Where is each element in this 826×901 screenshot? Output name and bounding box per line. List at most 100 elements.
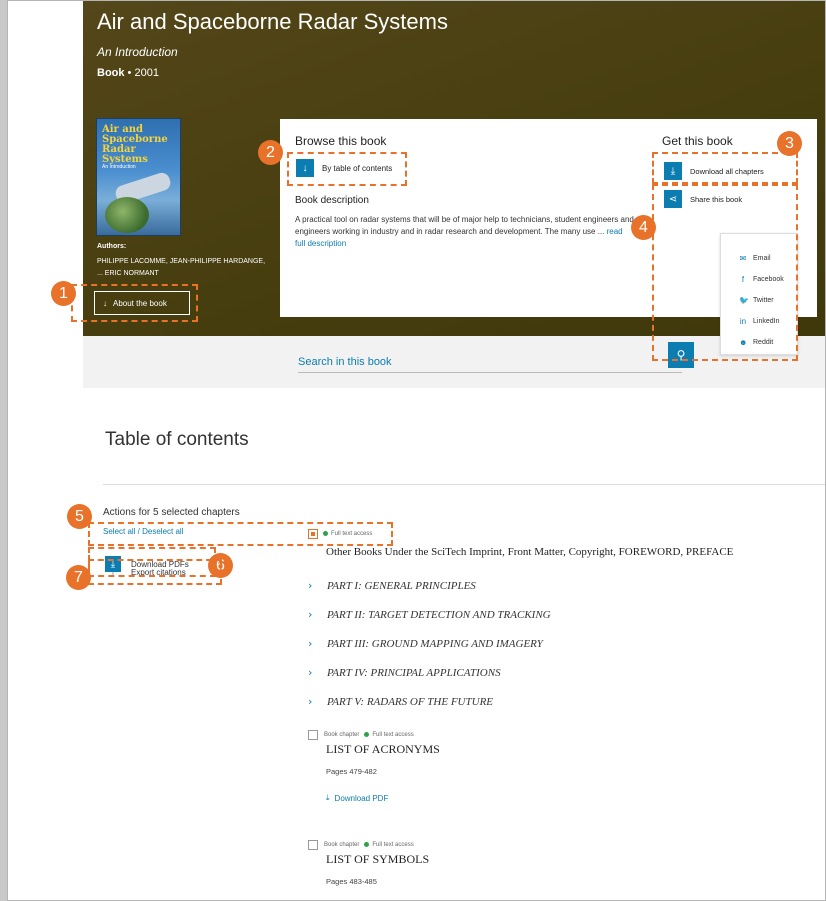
cover-globe-graphic (105, 197, 149, 233)
part-label: PART IV: PRINCIPAL APPLICATIONS (327, 666, 501, 679)
cover-title: Air and Spaceborne Radar Systems (102, 124, 168, 165)
email-icon: ✉ (739, 254, 747, 263)
description-heading: Book description (295, 195, 369, 206)
first-entry-title-link[interactable]: Other Books Under the SciTech Imprint, F… (326, 546, 733, 558)
part-label: PART III: GROUND MAPPING AND IMAGERY (327, 637, 543, 650)
chapter-meta: Book chapter Full text access (308, 840, 429, 850)
download-pdf-label: Download PDF (334, 793, 389, 803)
export-citations-label: Export citations (131, 567, 186, 577)
chapter-pages: Pages 479-482 (326, 767, 377, 776)
part-item-4[interactable]: › PART IV: PRINCIPAL APPLICATIONS (308, 666, 501, 679)
search-in-book-input[interactable] (298, 351, 682, 373)
description-text: A practical tool on radar systems that w… (295, 215, 634, 236)
select-all-deselect-all-link[interactable]: Select all / Deselect all (103, 527, 183, 536)
chevron-right-icon: › (308, 666, 313, 679)
download-icon: ⤓ (326, 793, 330, 802)
share-linkedin-item[interactable]: in LinkedIn (721, 311, 797, 332)
authors-label: Authors: (97, 243, 127, 250)
part-label: PART V: RADARS OF THE FUTURE (327, 695, 494, 708)
download-pdf-link[interactable]: ⤓ Download PDF (326, 793, 440, 803)
authors-list: PHILIPPE LACOMME, JEAN-PHILIPPE HARDANGE… (97, 258, 266, 277)
part-item-1[interactable]: › PART I: GENERAL PRINCIPLES (308, 579, 476, 592)
chapter-checkbox[interactable] (308, 529, 318, 539)
book-year: 2001 (134, 67, 159, 79)
share-reddit-item[interactable]: ☻ Reddit (721, 332, 797, 353)
share-menu: ✉ Email f Facebook 🐦 Twitter in LinkedIn… (720, 233, 798, 355)
about-the-book-button[interactable]: ↓ About the book (94, 291, 190, 315)
search-icon: ⚲ (676, 348, 686, 362)
share-linkedin-label: LinkedIn (753, 318, 780, 325)
download-all-chapters-button[interactable]: ⤓ Download all chapters (664, 162, 764, 180)
chapter-title-link[interactable]: LIST OF ACRONYMS (326, 742, 440, 757)
toc-title: Table of contents (105, 429, 249, 450)
chapter-type: Book chapter (324, 842, 360, 848)
arrow-down-icon: ↓ (103, 298, 107, 308)
access-label: Full text access (372, 732, 414, 738)
chapter-item: Book chapter Full text access LIST OF SY… (308, 840, 429, 886)
download-all-label: Download all chapters (690, 166, 764, 176)
facebook-icon: f (741, 275, 745, 284)
share-email-label: Email (753, 255, 771, 262)
book-cover-image: Air and Spaceborne Radar Systems An Intr… (96, 118, 181, 236)
chevron-right-icon: › (308, 608, 313, 621)
access-dot-icon (364, 842, 370, 847)
share-reddit-label: Reddit (753, 339, 774, 346)
chapter-checkbox[interactable] (308, 840, 318, 850)
by-table-of-contents-button[interactable]: ↓ By table of contents (296, 159, 392, 177)
annotation-badge-6: 6 (208, 553, 233, 578)
share-facebook-item[interactable]: f Facebook (721, 269, 797, 290)
chapter-meta: Book chapter Full text access (308, 730, 440, 740)
book-meta: Book • 2001 (97, 67, 159, 79)
twitter-icon: 🐦 (739, 296, 749, 305)
browser-frame: Air and Spaceborne Radar Systems An Intr… (7, 0, 826, 901)
chapter-type: Book chapter (324, 732, 360, 738)
chevron-right-icon: › (308, 695, 313, 708)
access-label: Full text access (372, 842, 414, 848)
export-citations-final[interactable]: ⤒ Export citations (105, 564, 186, 580)
annotation-badge-7: 7 (66, 565, 91, 590)
arrow-down-icon: ↓ (296, 159, 314, 177)
browse-heading: Browse this book (295, 134, 387, 148)
part-item-3[interactable]: › PART III: GROUND MAPPING AND IMAGERY (308, 637, 543, 650)
linkedin-icon: in (739, 317, 747, 326)
toc-divider (103, 484, 825, 485)
part-item-2[interactable]: › PART II: TARGET DETECTION AND TRACKING (308, 608, 551, 621)
chapter-item: Book chapter Full text access LIST OF AC… (308, 730, 440, 803)
access-dot-icon (323, 531, 328, 536)
part-label: PART II: TARGET DETECTION AND TRACKING (327, 608, 551, 621)
share-facebook-label: Facebook (753, 276, 784, 283)
book-description: A practical tool on radar systems that w… (295, 214, 635, 250)
chapter-pages: Pages 483-485 (326, 877, 377, 886)
chapter-title-link[interactable]: LIST OF SYMBOLS (326, 852, 429, 867)
chevron-right-icon: › (308, 579, 313, 592)
annotation-badge-5: 5 (67, 504, 92, 529)
actions-heading: Actions for 5 selected chapters (103, 507, 240, 518)
access-label: Full text access (331, 531, 373, 537)
share-twitter-item[interactable]: 🐦 Twitter (721, 290, 797, 311)
about-the-book-label: About the book (113, 298, 167, 308)
first-entry-meta: Full text access (308, 529, 372, 539)
search-bar-area: ⚲ (83, 336, 825, 388)
share-twitter-label: Twitter (753, 297, 774, 304)
chevron-right-icon: › (308, 637, 313, 650)
cover-subtitle: An Introduction (102, 164, 136, 170)
download-icon: ⤓ (664, 162, 682, 180)
upload-icon: ⤒ (110, 566, 116, 578)
toc-button-label: By table of contents (322, 163, 393, 173)
book-type: Book (97, 67, 125, 79)
annotation-badge-2: 2 (258, 140, 283, 165)
annotation-badge-1: 1 (51, 281, 76, 306)
share-email-item[interactable]: ✉ Email (721, 248, 797, 269)
get-book-heading: Get this book (662, 134, 733, 148)
search-button[interactable]: ⚲ (668, 342, 694, 368)
access-dot-icon (364, 732, 370, 737)
share-label: Share this book (690, 194, 743, 204)
part-item-5[interactable]: › PART V: RADARS OF THE FUTURE (308, 695, 493, 708)
book-subtitle: An Introduction (97, 45, 178, 59)
share-icon: ⋖ (664, 190, 682, 208)
chapter-checkbox[interactable] (308, 730, 318, 740)
share-this-book-button[interactable]: ⋖ Share this book (664, 190, 742, 208)
part-label: PART I: GENERAL PRINCIPLES (327, 579, 476, 592)
annotation-badge-3: 3 (777, 131, 802, 156)
reddit-icon: ☻ (739, 338, 748, 347)
